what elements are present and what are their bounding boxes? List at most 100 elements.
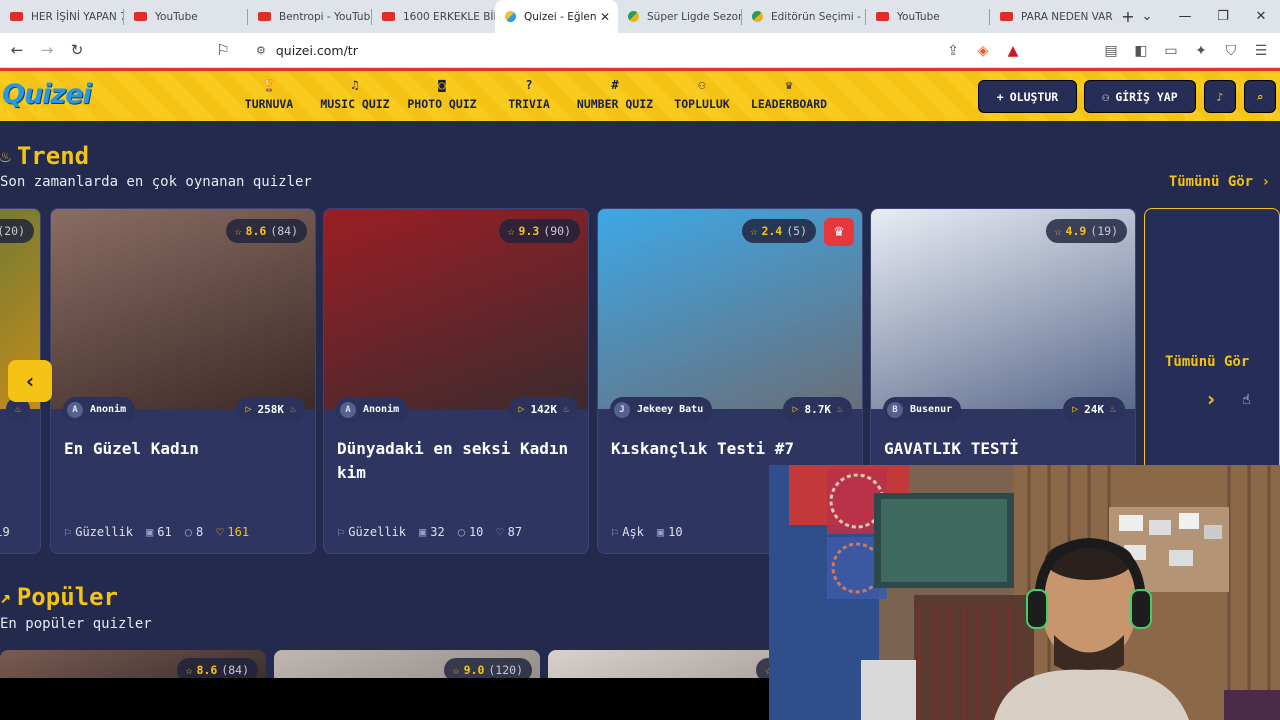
- popular-quiz-card[interactable]: ☆ 8.6 (84): [0, 650, 266, 678]
- close-icon[interactable]: ✕: [600, 10, 610, 24]
- author-badge[interactable]: J Jekeey Batu: [610, 397, 713, 422]
- minimize-button[interactable]: —: [1166, 0, 1204, 33]
- question-icon: ?: [525, 78, 533, 92]
- browser-tab[interactable]: Quizei - Eğlen ✕: [495, 0, 618, 33]
- rating-value: 8.6: [196, 663, 218, 677]
- rating-badge: ☆ 8.6 (84): [225, 219, 307, 243]
- login-label: GİRİŞ YAP: [1115, 89, 1178, 104]
- quiz-title[interactable]: En Güzel Kadın: [64, 437, 303, 461]
- browser-tab[interactable]: PARA NEDEN VAR: [990, 0, 1113, 33]
- back-button[interactable]: ←: [4, 37, 30, 63]
- author-badge[interactable]: A Anonim: [63, 397, 136, 422]
- trend-title-text: Trend: [16, 142, 90, 170]
- create-label: OLUŞTUR: [1009, 89, 1059, 104]
- likes-stat-value: 161: [227, 525, 250, 539]
- medal-icon: ♛: [785, 78, 793, 92]
- brave-rewards-icon[interactable]: ▲: [1002, 43, 1024, 59]
- url-text: quizei.com/tr: [275, 42, 358, 58]
- site-header: Quizei 🏆 TURNUVA ♫ MUSIC QUIZ ◙ PHOTO QUIZ? TR…: [0, 71, 1280, 121]
- site-logo[interactable]: Quizei: [2, 79, 92, 110]
- trend-see-all-link[interactable]: Tümünü Gör ›: [1169, 174, 1270, 190]
- quiz-card[interactable]: ☆ 9.3 (90) A Anonim ▷ 142K ♨ Dünyadaki en seksi …: [323, 208, 589, 554]
- rating-count: (84): [270, 224, 298, 238]
- quiz-title[interactable]: GAVATLIK TESTİ: [884, 437, 1123, 461]
- brave-shields-icon[interactable]: ◈: [972, 43, 994, 59]
- questions-icon: ▣: [656, 525, 665, 539]
- nav-label: MUSIC QUIZ: [320, 97, 390, 111]
- nav-label: TRIVIA: [508, 97, 550, 111]
- star-icon: ☆: [452, 663, 460, 677]
- webcam-scene: [769, 465, 1280, 720]
- youtube-icon: [258, 12, 271, 21]
- quiz-card[interactable]: ☆ 8.6 (84) A Anonim ▷ 258K ♨ En Güzel Kadın ⚐ Güze…: [50, 208, 316, 554]
- questions-stat-value: 61: [157, 525, 172, 539]
- star-icon: ☆: [185, 663, 193, 677]
- rating-count: (84): [221, 663, 249, 677]
- browser-tab[interactable]: YouTube: [124, 0, 247, 33]
- avatar: J: [614, 401, 630, 418]
- close-window-button[interactable]: ✕: [1242, 0, 1280, 33]
- browser-tab[interactable]: Bentropi - YouTub: [248, 0, 371, 33]
- create-button[interactable]: + OLUŞTUR: [978, 80, 1077, 113]
- quiz-title[interactable]: Kıskançlık Testi #7: [611, 437, 850, 461]
- browser-tab[interactable]: YouTube: [866, 0, 989, 33]
- popular-quiz-card[interactable]: ☆ 9.0 (120): [274, 650, 540, 678]
- quiz-stats: ⚐ Güzellik ▣ 61 ○ 8 ♡ 161: [64, 525, 249, 539]
- nav-item[interactable]: ♛ LEADERBOARD: [729, 77, 849, 111]
- youtube-icon: [382, 12, 395, 21]
- play-count-badge: ▷ 8.7K ♨: [783, 397, 852, 422]
- site-icon: [628, 11, 639, 22]
- webcam-overlay: [769, 465, 1280, 720]
- browser-tab[interactable]: Süper Ligde Sezon: [618, 0, 741, 33]
- crown-icon: ♛: [824, 218, 854, 246]
- likes-stat[interactable]: ♡ 87: [496, 525, 522, 539]
- heart-icon: ♡: [216, 525, 224, 539]
- notifications-button[interactable]: ♪: [1204, 80, 1236, 113]
- browser-tab-bar: HER İŞİNİ YAPAN 7 YouTube Bentropi - YouTu…: [0, 0, 1280, 33]
- play-count: 8.7K: [804, 403, 831, 416]
- restore-button[interactable]: ❐: [1204, 0, 1242, 33]
- forward-button[interactable]: →: [34, 37, 60, 63]
- rating-count: (90): [543, 224, 571, 238]
- tag-icon: ⚐: [611, 525, 619, 539]
- star-icon: ☆: [750, 224, 758, 238]
- popular-title: ↗ Popüler: [0, 583, 118, 611]
- wallet-icon[interactable]: ▭: [1160, 43, 1182, 59]
- comments-stat: ○ 8: [185, 525, 203, 539]
- avatar: A: [67, 401, 83, 418]
- carousel-prev-button[interactable]: ‹: [8, 360, 52, 402]
- menu-icon[interactable]: ☰: [1250, 43, 1272, 59]
- url-field[interactable]: ⚙ quizei.com/tr: [256, 43, 358, 58]
- quiz-title[interactable]: Dünyadaki en seksi Kadın kim: [337, 437, 576, 485]
- category-tag-value: Güzellik: [348, 525, 407, 539]
- fire-icon: ♨: [14, 404, 21, 415]
- browser-tab[interactable]: Editörün Seçimi -: [742, 0, 865, 33]
- bell-icon: ♪: [1216, 89, 1224, 104]
- tab-title: Editörün Seçimi -: [771, 10, 861, 23]
- login-button[interactable]: ⚇ GİRİŞ YAP: [1084, 80, 1196, 113]
- share-icon[interactable]: ⇪: [942, 43, 964, 59]
- author-badge[interactable]: B Busenur: [883, 397, 962, 422]
- reader-mode-icon[interactable]: ▤: [1100, 43, 1122, 59]
- tab-title: YouTube: [155, 10, 198, 23]
- questions-icon: ▣: [146, 525, 154, 539]
- author-name: Anonim: [363, 404, 400, 415]
- author-badge[interactable]: A Anonim: [336, 397, 409, 422]
- sidebar-icon[interactable]: ◧: [1130, 43, 1152, 59]
- site-icon: [752, 11, 763, 22]
- browser-tab[interactable]: 1600 ERKEKLE BİRİ: [372, 0, 495, 33]
- reload-button[interactable]: ↻: [64, 37, 90, 63]
- vpn-icon[interactable]: ⛉: [1220, 43, 1242, 59]
- site-info-icon[interactable]: ⚙: [256, 44, 266, 57]
- youtube-icon: [876, 12, 889, 21]
- likes-stat[interactable]: ♡ 161: [216, 525, 249, 539]
- leo-ai-icon[interactable]: ✦: [1190, 43, 1212, 59]
- youtube-icon: [134, 12, 147, 21]
- tab-title: 1600 ERKEKLE BİRİ: [403, 10, 495, 23]
- camera-icon: ◙: [438, 78, 446, 92]
- search-button[interactable]: ⌕: [1244, 80, 1276, 113]
- quiz-stats: ♡ 19: [0, 525, 10, 539]
- browser-tab[interactable]: HER İŞİNİ YAPAN 7: [0, 0, 123, 33]
- chevron-down-icon[interactable]: ⌄: [1128, 0, 1166, 33]
- bookmark-icon[interactable]: ⚐: [210, 37, 236, 63]
